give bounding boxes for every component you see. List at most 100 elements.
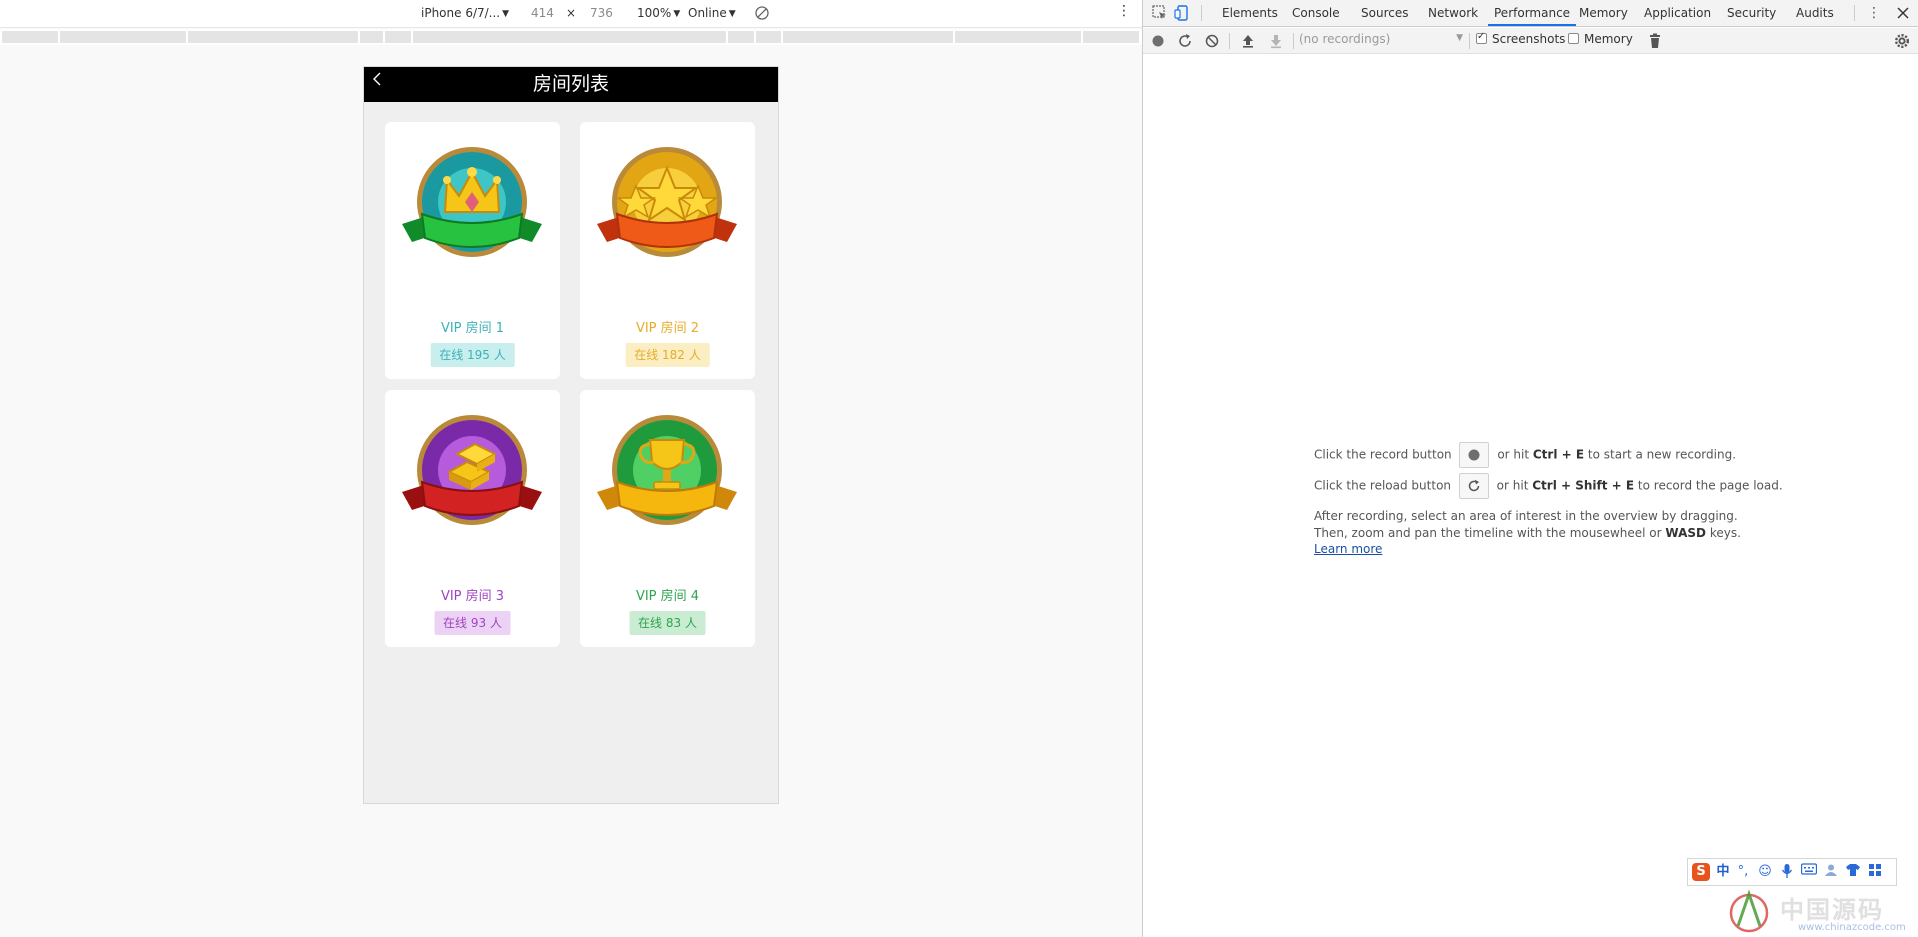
more-options-icon[interactable]: ⋮	[1865, 4, 1883, 22]
devtools-tabbar: Elements Console Sources Network Perform…	[1143, 0, 1918, 27]
online-count-badge: 在线 182 人	[625, 343, 710, 367]
shortcut-keys: Ctrl + Shift + E	[1532, 478, 1635, 493]
dimension-separator: ×	[566, 6, 577, 20]
stars-medal-icon	[597, 147, 737, 257]
sogou-logo-icon[interactable]: S	[1692, 863, 1710, 881]
shortcut-keys: Ctrl + E	[1532, 447, 1585, 462]
close-icon[interactable]	[1894, 4, 1912, 22]
room-name: VIP 房间 4	[635, 589, 700, 604]
ruler-segment[interactable]	[1083, 31, 1140, 43]
back-button[interactable]	[368, 68, 390, 94]
upload-icon[interactable]	[1239, 32, 1257, 50]
tab-elements[interactable]: Elements	[1222, 0, 1278, 26]
screenshots-label: Screenshots	[1492, 32, 1566, 46]
grid-icon[interactable]	[1866, 863, 1884, 881]
instruction-text: Then, zoom and pan the timeline with the…	[1314, 526, 1662, 540]
rotate-icon[interactable]	[754, 5, 770, 24]
toolbar-divider	[1293, 33, 1294, 49]
ruler-segment[interactable]	[955, 31, 1082, 43]
room-name: VIP 房间 3	[440, 589, 505, 604]
microphone-icon[interactable]	[1778, 863, 1796, 881]
toolbar-divider	[1854, 5, 1855, 21]
screenshots-checkbox[interactable]: Screenshots	[1476, 31, 1566, 50]
site-watermark: 中国源码 www.chinazcode.com	[1722, 884, 1918, 937]
device-name: iPhone 6/7/...	[421, 6, 501, 20]
trash-icon[interactable]	[1646, 32, 1664, 50]
ruler-segment[interactable]	[413, 31, 727, 43]
reload-icon	[1468, 479, 1480, 492]
inspect-element-icon[interactable]	[1151, 4, 1169, 22]
room-card-1[interactable]: VIP 房间 1 在线 195 人	[385, 122, 560, 379]
instruction-text: Click the reload button	[1314, 478, 1452, 493]
device-select[interactable]: iPhone 6/7/... ▼	[421, 6, 509, 20]
emoji-icon[interactable]: ☺	[1756, 863, 1774, 881]
tab-application[interactable]: Application	[1644, 0, 1711, 26]
app-header: 房间列表	[364, 67, 778, 102]
ruler-segment[interactable]	[60, 31, 187, 43]
tab-audits[interactable]: Audits	[1796, 0, 1834, 26]
network-throttle-select[interactable]: Online ▼	[688, 6, 736, 20]
ruler-segment[interactable]	[385, 31, 412, 43]
keyboard-icon[interactable]	[1800, 863, 1818, 881]
ruler-segment[interactable]	[728, 31, 755, 43]
recordings-select[interactable]: (no recordings) ▼	[1299, 32, 1463, 50]
tab-console[interactable]: Console	[1292, 0, 1340, 26]
chevron-left-icon	[373, 72, 381, 86]
reload-instruction: Click the reload button or hit Ctrl + Sh…	[1314, 473, 1783, 499]
room-card-3[interactable]: VIP 房间 3 在线 93 人	[385, 390, 560, 647]
more-options-icon[interactable]: ⋮	[1117, 4, 1131, 18]
online-count-badge: 在线 83 人	[629, 611, 706, 635]
landing-record-button[interactable]	[1459, 442, 1490, 468]
performance-toolbar: (no recordings) ▼ Screenshots Memory	[1143, 28, 1918, 54]
ruler-segment[interactable]	[188, 31, 359, 43]
room-card-4[interactable]: VIP 房间 4 在线 83 人	[580, 390, 755, 647]
ruler-segment[interactable]	[756, 31, 782, 43]
chevron-down-icon: ▼	[673, 9, 681, 19]
room-name: VIP 房间 2	[635, 321, 700, 336]
record-icon	[1468, 449, 1480, 461]
online-count-badge: 在线 195 人	[430, 343, 515, 367]
user-icon[interactable]	[1822, 863, 1840, 881]
height-input[interactable]: 736	[590, 6, 613, 20]
chevron-down-icon: ▼	[1456, 33, 1463, 43]
tab-memory[interactable]: Memory	[1579, 0, 1628, 26]
crown-medal-icon	[402, 147, 542, 257]
toolbar-divider	[1201, 5, 1202, 21]
landing-reload-button[interactable]	[1458, 473, 1489, 499]
instruction-text: keys.	[1709, 526, 1741, 540]
skin-icon[interactable]	[1844, 863, 1862, 881]
clear-icon[interactable]	[1203, 32, 1221, 50]
network-value: Online	[688, 6, 727, 20]
memory-checkbox[interactable]: Memory	[1568, 32, 1633, 50]
ruler-segment[interactable]	[360, 31, 384, 43]
tab-network[interactable]: Network	[1428, 0, 1478, 26]
learn-more-link[interactable]: Learn more	[1314, 542, 1382, 556]
device-toggle-icon[interactable]	[1173, 4, 1191, 22]
shortcut-keys: WASD	[1665, 526, 1706, 540]
ruler-segment[interactable]	[783, 31, 954, 43]
tab-performance[interactable]: Performance	[1488, 0, 1577, 26]
online-count-badge: 在线 93 人	[434, 611, 511, 635]
download-icon[interactable]	[1267, 32, 1285, 50]
room-name: VIP 房间 1	[440, 321, 505, 336]
record-icon[interactable]	[1149, 32, 1167, 50]
punctuation-icon[interactable]: °,	[1734, 863, 1752, 881]
reload-icon[interactable]	[1176, 32, 1194, 50]
ime-toolbar: S 中 °, ☺	[1687, 858, 1897, 886]
tab-security[interactable]: Security	[1727, 0, 1776, 26]
tab-sources[interactable]: Sources	[1361, 0, 1408, 26]
zoom-select[interactable]: 100% ▼	[637, 6, 680, 20]
after-recording-line-1: After recording, select an area of inter…	[1314, 509, 1738, 523]
ruler-segment[interactable]	[2, 31, 59, 43]
device-emulation-pane: iPhone 6/7/... ▼ 414 × 736 100% ▼ Online ▼ …	[0, 0, 1142, 937]
media-query-ruler[interactable]	[0, 29, 1142, 45]
checkbox-checked-icon	[1476, 31, 1487, 44]
gear-icon[interactable]	[1893, 32, 1911, 50]
zoom-value: 100%	[637, 6, 672, 20]
chinese-mode-icon[interactable]: 中	[1714, 863, 1732, 881]
trophy-medal-icon	[597, 415, 737, 525]
room-card-2[interactable]: VIP 房间 2 在线 182 人	[580, 122, 755, 379]
page-title: 房间列表	[532, 73, 609, 95]
after-recording-line-2: Then, zoom and pan the timeline with the…	[1314, 525, 1741, 542]
width-input[interactable]: 414	[531, 6, 554, 20]
